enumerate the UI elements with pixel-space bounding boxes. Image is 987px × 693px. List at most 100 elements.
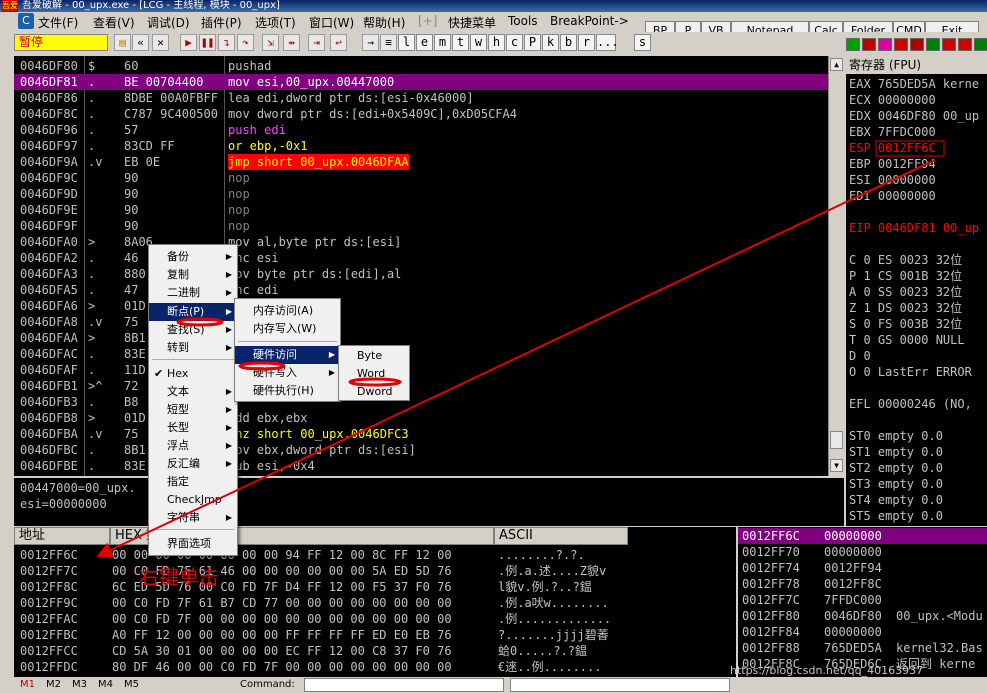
register-line[interactable]: EAX 765DED5A kerne xyxy=(849,76,979,92)
plugin-icon[interactable] xyxy=(942,38,956,51)
dump-row[interactable]: 0012FFDC 80 DF 46 00 00 C0 FD 7F 00 00 00… xyxy=(14,659,736,675)
command-input[interactable] xyxy=(304,678,504,692)
dump-address-header[interactable]: 地址 xyxy=(14,527,110,545)
stack-row[interactable]: 0012FF7C 7FFDC000 xyxy=(738,592,987,608)
disasm-row[interactable]: 0046DFB8 >01D add ebx,ebx xyxy=(14,410,828,426)
menu-breakpoint[interactable]: BreakPoint-> xyxy=(550,14,629,28)
disasm-row[interactable]: 0046DF9C 90 nop xyxy=(14,170,828,186)
dump-row[interactable]: 0012FFBC A0 FF 12 00 00 00 00 00 FF FF FF… xyxy=(14,627,736,643)
plugin-icon[interactable] xyxy=(894,38,908,51)
disasm-row[interactable]: 0046DF86. 8DBE 00A0FBFF lea edi,dword ptr … xyxy=(14,90,828,106)
context-menu-item[interactable]: 字符串 ▶ xyxy=(149,509,237,527)
register-line[interactable]: ST2 empty 0.0 xyxy=(849,460,943,476)
disasm-row[interactable]: 0046DF8C. C787 9C400500 mov dword ptr ds:[… xyxy=(14,106,828,122)
register-line[interactable]: T 0 GS 0000 NULL xyxy=(849,332,965,348)
close-icon[interactable]: ✕ xyxy=(152,34,169,51)
size-dword-option[interactable]: Dword xyxy=(339,383,409,401)
dump-ascii-header[interactable]: ASCII xyxy=(494,527,628,545)
run-trace-window-button[interactable]: ... xyxy=(596,34,619,51)
disasm-row[interactable]: 0046DFA2. 46 inc esi xyxy=(14,250,828,266)
register-line[interactable]: ESI 00000000 xyxy=(849,172,936,188)
disasm-row[interactable]: 0046DFBC. 8B1 mov ebx,dword ptr ds:[esi] xyxy=(14,442,828,458)
stack-row[interactable]: 0012FF88 765DED5A kernel32.Bas xyxy=(738,640,987,656)
menu-file[interactable]: 文件(F) xyxy=(38,14,78,31)
register-line[interactable]: ST0 empty 0.0 xyxy=(849,428,943,444)
memory-access-breakpoint[interactable]: 内存访问(A) xyxy=(235,302,340,320)
dump-row[interactable]: 0012FF9C 00 C0 FD 7F 61 B7 CD 77 00 00 00… xyxy=(14,595,736,611)
step-into-icon[interactable]: ↴ xyxy=(218,34,235,51)
stack-row[interactable]: 0012FF6C 00000000 xyxy=(738,528,987,544)
menu-window[interactable]: 窗口(W) xyxy=(309,14,354,31)
stack-pane[interactable]: 0012FF6C 00000000 0012FF70 00000000 0012FF74… xyxy=(738,527,987,677)
patches-window-button[interactable]: P xyxy=(524,34,541,51)
stack-row[interactable]: 0012FF78 0012FF8C xyxy=(738,576,987,592)
registers-pane[interactable]: 寄存器 (FPU) EAX 765DED5A kerne ECX 00000000… xyxy=(846,56,987,526)
register-line[interactable]: D 0 xyxy=(849,348,871,364)
context-menu-item[interactable]: 浮点 ▶ xyxy=(149,437,237,455)
dump-row[interactable]: 0012FFAC 00 C0 FD 7F 00 00 00 00 00 00 00… xyxy=(14,611,736,627)
goto-icon[interactable]: → xyxy=(362,34,379,51)
memory-tab-m4[interactable]: M4 xyxy=(98,677,113,693)
disasm-row[interactable]: 0046DFA3. 880 mov byte ptr ds:[edi],al xyxy=(14,266,828,282)
pause-icon[interactable]: ❚❚ xyxy=(199,34,216,51)
context-menu-item[interactable]: 二进制 ▶ xyxy=(149,284,237,302)
hardware-execute-breakpoint[interactable]: 硬件执行(H) xyxy=(235,382,340,400)
plugin-icon[interactable] xyxy=(862,38,876,51)
dump-row[interactable]: 0012FF7C 00 C0 FD 7F 61 46 00 00 00 00 00… xyxy=(14,563,736,579)
scroll-up-icon[interactable]: ▲ xyxy=(830,58,843,71)
memory-tab-m1[interactable]: M1 xyxy=(20,677,35,693)
register-line[interactable]: Z 1 DS 0023 32位 xyxy=(849,300,962,316)
return-icon[interactable]: ↩ xyxy=(330,34,347,51)
threads-window-button[interactable]: t xyxy=(452,34,469,51)
stack-row[interactable]: 0012FF80 0046DF80 00_upx.<Modu xyxy=(738,608,987,624)
hardware-access-breakpoint[interactable]: 硬件访问 ▶ xyxy=(235,346,340,364)
handles-window-button[interactable]: h xyxy=(488,34,505,51)
windows-window-button[interactable]: w xyxy=(470,34,487,51)
dump-row[interactable]: 0012FF8C 6C ED 5D 76 00 C0 FD 7F D4 FF 12… xyxy=(14,579,736,595)
size-word-option[interactable]: Word xyxy=(339,365,409,383)
open-icon[interactable]: ▤ xyxy=(114,34,131,51)
menu-plugins[interactable]: 插件(P) xyxy=(201,14,242,31)
register-line[interactable]: ST1 empty 0.0 xyxy=(849,444,943,460)
register-line[interactable]: O 0 LastErr ERROR xyxy=(849,364,972,380)
register-line[interactable]: ST4 empty 0.0 xyxy=(849,492,943,508)
context-menu-item[interactable]: 断点(P) ▶ xyxy=(149,303,237,321)
disasm-row[interactable]: 0046DF97. 83CD FF or ebp,-0x1 xyxy=(14,138,828,154)
plugin-icon[interactable] xyxy=(910,38,924,51)
register-line[interactable]: EBX 7FFDC000 xyxy=(849,124,936,140)
context-menu-item[interactable]: 转到 ▶ xyxy=(149,339,237,357)
trace-over-icon[interactable]: ⇴ xyxy=(283,34,300,51)
memory-dump-pane[interactable]: 地址 HEX 数据 ASCII 0012FF6C 00 00 00 00 00 0… xyxy=(14,527,736,677)
stack-row[interactable]: 0012FF70 00000000 xyxy=(738,544,987,560)
disasm-row[interactable]: 0046DF80 $60 pushad xyxy=(14,58,828,74)
disasm-row[interactable]: 0046DFA6 >01D xyxy=(14,298,828,314)
register-line[interactable]: S 0 FS 003B 32位 xyxy=(849,316,962,332)
references-window-button[interactable]: r xyxy=(578,34,595,51)
size-byte-option[interactable]: Byte xyxy=(339,347,409,365)
callstack-window-button[interactable]: k xyxy=(542,34,559,51)
plugin-icon[interactable] xyxy=(974,38,987,51)
menu-view[interactable]: 查看(V) xyxy=(93,14,135,31)
step-over-icon[interactable]: ↷ xyxy=(237,34,254,51)
source-window-button[interactable]: s xyxy=(634,34,651,51)
disasm-row[interactable]: 0046DF81. BE 00704400 mov esi,00_upx.00447… xyxy=(14,74,828,90)
register-line[interactable]: ECX 00000000 xyxy=(849,92,936,108)
scroll-down-icon[interactable]: ▼ xyxy=(830,459,843,472)
context-menu-item[interactable]: 查找(S) ▶ xyxy=(149,321,237,339)
context-menu-item[interactable]: 界面选项 xyxy=(149,535,237,553)
menu-options[interactable]: 选项(T) xyxy=(255,14,296,31)
menu-tools[interactable]: Tools xyxy=(508,14,538,28)
register-line[interactable]: ESP 0012FF6C xyxy=(849,140,936,156)
context-menu-item[interactable]: 短型 ▶ xyxy=(149,401,237,419)
memory-window-button[interactable]: m xyxy=(434,34,451,51)
context-menu-item[interactable]: 反汇编 ▶ xyxy=(149,455,237,473)
disasm-row[interactable]: 0046DF9E 90 nop xyxy=(14,202,828,218)
context-menu-item[interactable]: 长型 ▶ xyxy=(149,419,237,437)
register-line[interactable]: EDI 00000000 xyxy=(849,188,936,204)
plugin-icon[interactable] xyxy=(958,38,972,51)
list-icon[interactable]: ≡ xyxy=(380,34,397,51)
disasm-row[interactable]: 0046DFBA .v 75 jnz short 00_upx.0046DFC3 xyxy=(14,426,828,442)
dump-row[interactable]: 0012FFCC CD 5A 30 01 00 00 00 00 EC FF 12… xyxy=(14,643,736,659)
cpu-scrollbar[interactable]: ▲ ▼ xyxy=(828,56,844,476)
context-menu-item[interactable]: 指定 xyxy=(149,473,237,491)
